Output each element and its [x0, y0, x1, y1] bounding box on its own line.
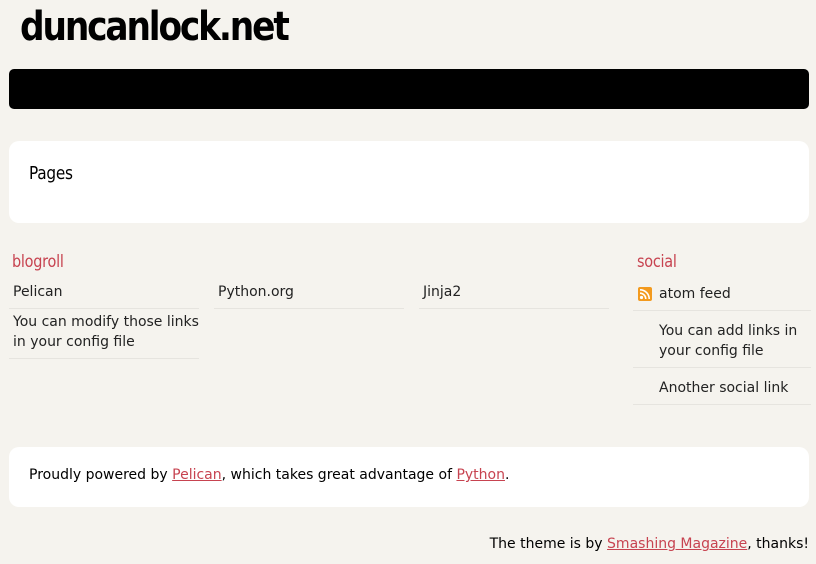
- footer: Proudly powered by Pelican, which takes …: [9, 447, 809, 507]
- blogroll-link-pelican[interactable]: Pelican: [9, 282, 199, 309]
- theme-credit-prefix: The theme is by: [489, 536, 608, 552]
- theme-credit: The theme is by Smashing Magazine, thank…: [490, 536, 809, 552]
- pages-section: Pages: [9, 141, 809, 223]
- social-link-config-note[interactable]: You can add links in your config file: [633, 321, 811, 368]
- python-link[interactable]: Python: [456, 467, 505, 483]
- social-heading: social: [637, 252, 677, 272]
- footer-prefix: Proudly powered by: [29, 467, 173, 483]
- footer-middle: , which takes great advantage of: [221, 467, 457, 483]
- blogroll-link-config-note[interactable]: You can modify those links in your confi…: [9, 312, 199, 359]
- footer-suffix: .: [504, 467, 510, 483]
- smashing-magazine-link[interactable]: Smashing Magazine: [607, 536, 747, 552]
- pages-title: Pages: [29, 163, 73, 184]
- menu-bar: [9, 69, 809, 109]
- site-title-link[interactable]: duncanlock.net: [20, 4, 290, 50]
- blogroll-link-jinja2[interactable]: Jinja2: [419, 282, 609, 309]
- social-link-atom-feed[interactable]: atom feed: [633, 284, 811, 311]
- blogroll-link-python-org[interactable]: Python.org: [214, 282, 404, 309]
- footer-text: Proudly powered by Pelican, which takes …: [29, 467, 509, 483]
- theme-credit-suffix: , thanks!: [747, 536, 809, 552]
- blogroll-heading: blogroll: [12, 252, 64, 272]
- social-link-another[interactable]: Another social link: [633, 378, 811, 405]
- pelican-link[interactable]: Pelican: [172, 467, 222, 483]
